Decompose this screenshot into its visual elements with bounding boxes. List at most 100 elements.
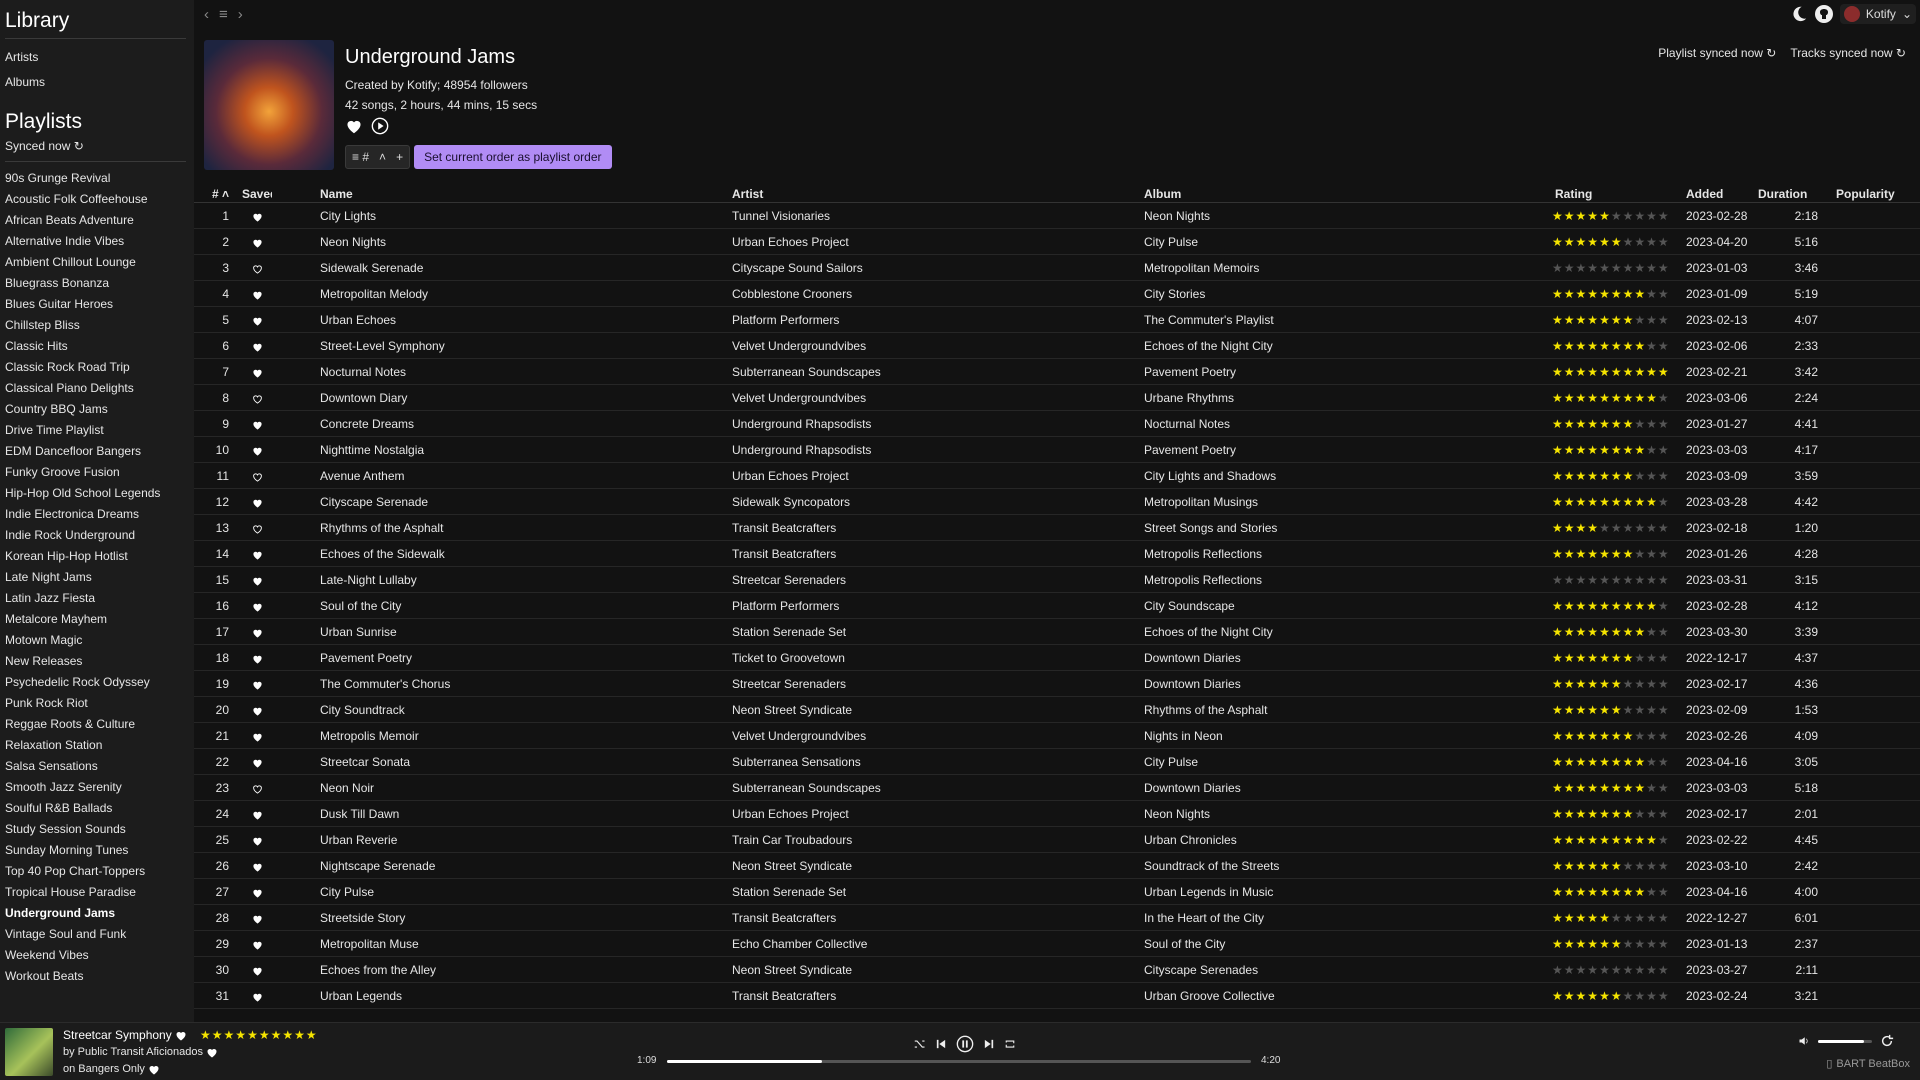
rating-stars[interactable]: ★ ★ ★ ★ ★ ★ ★ ★ ★ ★	[1552, 931, 1669, 957]
star-icon[interactable]: ★	[1587, 801, 1598, 827]
star-icon[interactable]: ★	[1623, 931, 1634, 957]
track-rating[interactable]: ★ ★ ★ ★ ★ ★ ★ ★ ★ ★	[1552, 437, 1682, 463]
star-icon[interactable]: ★	[1552, 905, 1563, 931]
table-row[interactable]: 28 Streetside Story Transit Beatcrafters In…	[194, 905, 1920, 931]
star-icon[interactable]: ★	[1587, 359, 1598, 385]
saved-toggle[interactable]	[242, 255, 272, 281]
saved-toggle[interactable]	[242, 203, 272, 229]
star-icon[interactable]: ★	[1552, 385, 1563, 411]
star-icon[interactable]: ★	[1658, 957, 1669, 983]
track-artist[interactable]: Streetcar Serenaders	[732, 567, 1132, 593]
sidebar-playlist-item[interactable]: Workout Beats	[0, 966, 194, 987]
star-icon[interactable]: ★	[1552, 437, 1563, 463]
rating-stars[interactable]: ★ ★ ★ ★ ★ ★ ★ ★ ★ ★	[1552, 411, 1669, 437]
table-row[interactable]: 4 Metropolitan Melody Cobblestone Crooners…	[194, 281, 1920, 307]
star-icon[interactable]: ★	[1611, 775, 1622, 801]
play-circle-icon[interactable]	[371, 117, 389, 135]
rating-stars[interactable]: ★ ★ ★ ★ ★ ★ ★ ★ ★ ★	[1552, 281, 1669, 307]
rating-stars[interactable]: ★ ★ ★ ★ ★ ★ ★ ★ ★ ★	[1552, 827, 1669, 853]
saved-toggle[interactable]	[242, 489, 272, 515]
star-icon[interactable]: ★	[1576, 957, 1587, 983]
track-album[interactable]: Urban Chronicles	[1144, 827, 1544, 853]
sidebar-playlist-item[interactable]: New Releases	[0, 651, 194, 672]
saved-toggle[interactable]	[242, 983, 272, 1009]
star-icon[interactable]: ★	[1599, 983, 1610, 1009]
star-icon[interactable]: ★	[1599, 359, 1610, 385]
column-header-duration[interactable]: Duration	[1758, 185, 1812, 203]
star-icon[interactable]: ★	[1646, 281, 1657, 307]
heart-icon[interactable]	[148, 1063, 160, 1075]
sidebar-playlist-item[interactable]: Motown Magic	[0, 630, 194, 651]
star-icon[interactable]: ★	[1552, 229, 1563, 255]
star-icon[interactable]: ★	[1634, 255, 1645, 281]
rating-stars[interactable]: ★ ★ ★ ★ ★ ★ ★ ★ ★ ★	[1552, 671, 1669, 697]
star-icon[interactable]: ★	[1611, 879, 1622, 905]
star-icon[interactable]: ★	[1634, 203, 1645, 229]
star-icon[interactable]: ★	[1623, 775, 1634, 801]
track-artist[interactable]: Subterranean Soundscapes	[732, 775, 1132, 801]
star-icon[interactable]: ★	[1634, 281, 1645, 307]
track-rating[interactable]: ★ ★ ★ ★ ★ ★ ★ ★ ★ ★	[1552, 671, 1682, 697]
star-icon[interactable]: ★	[1634, 359, 1645, 385]
star-icon[interactable]: ★	[1576, 983, 1587, 1009]
star-icon[interactable]: ★	[1587, 645, 1598, 671]
star-icon[interactable]: ★	[1599, 515, 1610, 541]
star-icon[interactable]: ★	[1564, 775, 1575, 801]
track-artist[interactable]: Transit Beatcrafters	[732, 515, 1132, 541]
sidebar-playlist-item[interactable]: Hip-Hop Old School Legends	[0, 483, 194, 504]
saved-toggle[interactable]	[242, 697, 272, 723]
star-icon[interactable]: ★	[294, 1028, 305, 1042]
star-icon[interactable]: ★	[1552, 307, 1563, 333]
star-icon[interactable]: ★	[1611, 827, 1622, 853]
star-icon[interactable]: ★	[1564, 229, 1575, 255]
track-rating[interactable]: ★ ★ ★ ★ ★ ★ ★ ★ ★ ★	[1552, 827, 1682, 853]
heart-outline-icon[interactable]	[252, 391, 263, 405]
rating-stars[interactable]: ★ ★ ★ ★ ★ ★ ★ ★ ★ ★	[1552, 957, 1669, 983]
star-icon[interactable]: ★	[1646, 567, 1657, 593]
star-icon[interactable]: ★	[1611, 307, 1622, 333]
star-icon[interactable]: ★	[1599, 723, 1610, 749]
star-icon[interactable]: ★	[1623, 255, 1634, 281]
column-header-name[interactable]: Name	[320, 185, 720, 203]
star-icon[interactable]: ★	[1611, 645, 1622, 671]
track-album[interactable]: Soundtrack of the Streets	[1144, 853, 1544, 879]
track-name[interactable]: Avenue Anthem	[320, 463, 720, 489]
heart-filled-icon[interactable]	[252, 859, 263, 873]
star-icon[interactable]: ★	[1658, 281, 1669, 307]
refresh-icon[interactable]	[1880, 1034, 1894, 1048]
track-rating[interactable]: ★ ★ ★ ★ ★ ★ ★ ★ ★ ★	[1552, 931, 1682, 957]
table-row[interactable]: 11 Avenue Anthem Urban Echoes Project City …	[194, 463, 1920, 489]
star-icon[interactable]: ★	[1552, 645, 1563, 671]
pause-circle-icon[interactable]	[956, 1035, 974, 1053]
star-icon[interactable]: ★	[1552, 957, 1563, 983]
star-icon[interactable]: ★	[1658, 697, 1669, 723]
heart-filled-icon[interactable]	[252, 703, 263, 717]
sidebar-playlist-item[interactable]: Alternative Indie Vibes	[0, 231, 194, 252]
sidebar-playlist-item[interactable]: Korean Hip-Hop Hotlist	[0, 546, 194, 567]
star-icon[interactable]: ★	[1658, 359, 1669, 385]
track-name[interactable]: Neon Noir	[320, 775, 720, 801]
star-icon[interactable]: ★	[1623, 801, 1634, 827]
track-rating[interactable]: ★ ★ ★ ★ ★ ★ ★ ★ ★ ★	[1552, 697, 1682, 723]
star-icon[interactable]: ★	[1564, 385, 1575, 411]
track-name[interactable]: The Commuter's Chorus	[320, 671, 720, 697]
star-icon[interactable]: ★	[1552, 879, 1563, 905]
track-album[interactable]: Metropolitan Memoirs	[1144, 255, 1544, 281]
rating-stars[interactable]: ★ ★ ★ ★ ★ ★ ★ ★ ★ ★	[1552, 229, 1669, 255]
saved-toggle[interactable]	[242, 645, 272, 671]
star-icon[interactable]: ★	[1658, 827, 1669, 853]
star-icon[interactable]: ★	[1552, 723, 1563, 749]
saved-toggle[interactable]	[242, 749, 272, 775]
saved-toggle[interactable]	[242, 801, 272, 827]
rating-stars[interactable]: ★ ★ ★ ★ ★ ★ ★ ★ ★ ★	[1552, 645, 1669, 671]
rating-stars[interactable]: ★ ★ ★ ★ ★ ★ ★ ★ ★ ★	[1552, 983, 1669, 1009]
star-icon[interactable]: ★	[1564, 801, 1575, 827]
star-icon[interactable]: ★	[1623, 697, 1634, 723]
star-icon[interactable]: ★	[1646, 255, 1657, 281]
star-icon[interactable]: ★	[1611, 931, 1622, 957]
table-row[interactable]: 3 Sidewalk Serenade Cityscape Sound Sailor…	[194, 255, 1920, 281]
table-row[interactable]: 8 Downtown Diary Velvet Undergroundvibes Ur…	[194, 385, 1920, 411]
track-artist[interactable]: Platform Performers	[732, 593, 1132, 619]
star-icon[interactable]: ★	[1634, 645, 1645, 671]
track-rating[interactable]: ★ ★ ★ ★ ★ ★ ★ ★ ★ ★	[1552, 411, 1682, 437]
